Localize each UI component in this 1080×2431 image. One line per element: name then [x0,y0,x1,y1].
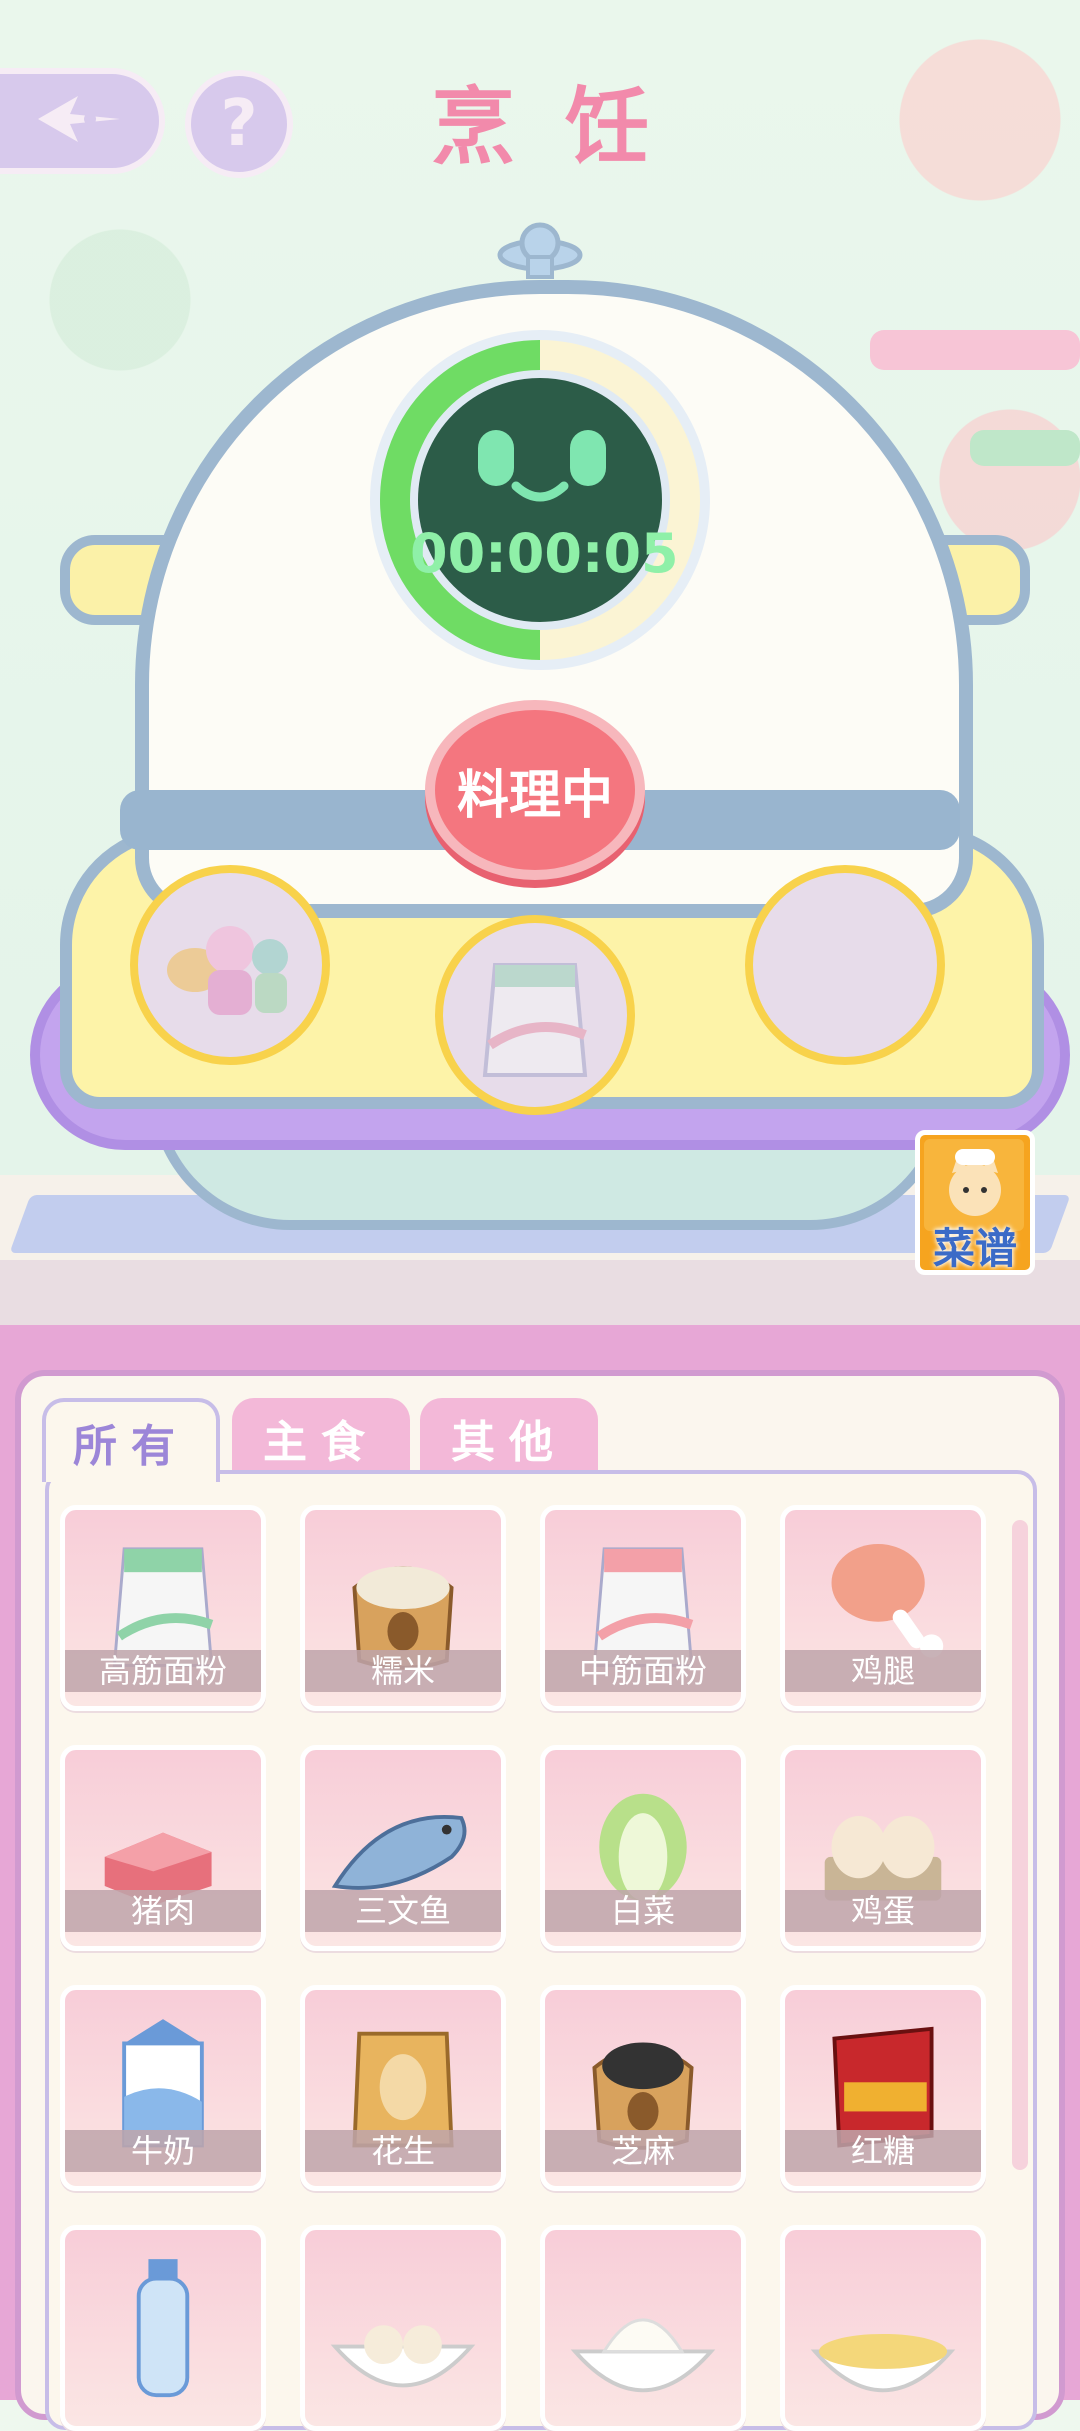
cooking-status-button[interactable]: 料理中 [425,700,645,880]
tab-label: 所有 [73,1421,189,1472]
tab-all[interactable]: 所有 [42,1398,220,1482]
ingredient-label: 高筋面粉 [65,1650,261,1692]
ingredient-label: 芝麻 [545,2130,741,2172]
timer-readout: 00:00:05 [410,522,679,585]
ingredient-label: 中筋面粉 [545,1650,741,1692]
ingredient-label: 红糖 [785,2130,981,2172]
ingredient-scrollbar[interactable] [1012,1520,1028,2170]
dumpling-bowl-icon [330,2325,476,2388]
tab-staple[interactable]: 主食 [232,1398,410,1478]
water-bottle-icon [136,2259,190,2398]
ingredient-label: 糯米 [305,1650,501,1692]
ingredient-label: 鸡蛋 [785,1890,981,1932]
ingredient-card[interactable]: 鸡蛋 [780,1745,986,1951]
ingredient-card[interactable]: 白菜 [540,1745,746,1951]
ingredient-card[interactable]: 三文鱼 [300,1745,506,1951]
ingredient-label: 花生 [305,2130,501,2172]
ingredient-card[interactable]: 猪肉 [60,1745,266,1951]
sparkle-arrow-icon [28,84,128,158]
background-shelf [970,430,1080,466]
ingredient-card[interactable]: 高筋面粉 [60,1505,266,1711]
ingredient-label: 猪肉 [65,1890,261,1932]
ingredient-card[interactable]: 牛奶 [60,1985,266,2191]
ingredient-card[interactable]: 糯米 [300,1505,506,1711]
ingredient-label: 鸡腿 [785,1650,981,1692]
ingredient-label: 白菜 [545,1890,741,1932]
custard-bowl-icon [810,2333,956,2393]
smile-face-icon [511,481,569,502]
ingredient-card[interactable]: 中筋面粉 [540,1505,746,1711]
cream-bowl-icon [570,2318,716,2393]
ingredient-slot-1[interactable] [130,865,330,1065]
ingredient-card[interactable]: 红糖 [780,1985,986,2191]
smile-face-icon [478,430,514,486]
dolls-icon [167,926,288,1015]
ingredient-card[interactable] [60,2225,266,2431]
ingredient-card[interactable]: 芝麻 [540,1985,746,2191]
ingredient-label: 牛奶 [65,2130,261,2172]
ingredient-card[interactable]: 鸡腿 [780,1505,986,1711]
ingredient-slot-3[interactable] [745,865,945,1065]
recipe-book-label: 菜谱 [932,1224,1017,1273]
question-icon: ? [220,87,258,161]
ingredient-slot-2[interactable] [435,915,635,1115]
page-title: 烹饪 [430,78,699,176]
help-button[interactable]: ? [185,70,293,178]
flour-bag-icon [482,963,588,1077]
ingredient-card[interactable]: 花生 [300,1985,506,2191]
ingredient-card[interactable] [780,2225,986,2431]
ingredient-card[interactable] [300,2225,506,2431]
ingredient-card[interactable] [540,2225,746,2431]
background-shelf [870,330,1080,370]
smile-face-icon [570,430,606,486]
tab-label: 其他 [451,1417,567,1468]
tab-label: 主食 [263,1417,379,1468]
back-button[interactable] [0,68,165,174]
ingredient-label: 三文鱼 [305,1890,501,1932]
tab-other[interactable]: 其他 [420,1398,598,1478]
cooking-status-label: 料理中 [456,765,613,826]
lid-knob [495,215,585,280]
recipe-book-button[interactable]: 菜谱 [915,1130,1035,1275]
